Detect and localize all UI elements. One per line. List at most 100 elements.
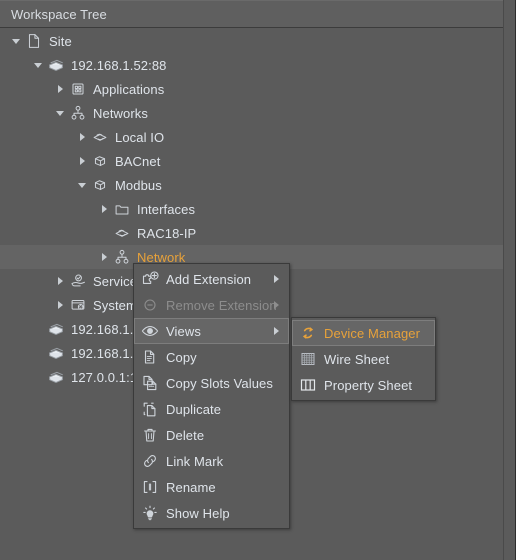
tree-item-label: 192.168.1.1 [71,321,141,337]
panel-title: Workspace Tree [11,6,107,22]
workspace-tree-panel: Workspace Tree Site 192.168.1.52:88 Applic… [0,0,516,560]
scrollbar-thumb[interactable] [505,0,514,560]
twisty-spacer [98,221,112,245]
link-icon [139,450,161,472]
submenu-arrow-icon [274,327,279,335]
tree-item-label: Modbus [115,177,162,193]
views-submenu[interactable]: Device Manager Wire Sheet Property Sheet [291,317,436,401]
submenu-item-label: Wire Sheet [324,351,390,367]
chevron-right-icon[interactable] [54,293,68,317]
chevron-down-icon[interactable] [54,101,68,125]
chevron-down-icon[interactable] [76,173,90,197]
folder-icon [112,199,132,219]
submenu-item-label: Device Manager [324,325,421,341]
menu-item-label: Copy [166,349,197,365]
menu-item-label: Duplicate [166,401,222,417]
tree-item-label: Interfaces [137,201,196,217]
wire-sheet-icon [297,348,319,370]
tree-item-label: Local IO [115,129,165,145]
tree-item-interfaces[interactable]: Interfaces [0,197,503,221]
submenu-item-label: Property Sheet [324,377,413,393]
tree-item-label: RAC18-IP [137,225,197,241]
menu-item-add-extension[interactable]: Add Extension [134,266,289,292]
network-icon [112,247,132,267]
system-icon [68,295,88,315]
tree-item-modbus[interactable]: Modbus [0,173,503,197]
station-icon [46,55,66,75]
network-icon [68,103,88,123]
submenu-item-property-sheet[interactable]: Property Sheet [292,372,435,398]
menu-item-duplicate[interactable]: Duplicate [134,396,289,422]
menu-item-copy-slots-values[interactable]: Copy Slots Values [134,370,289,396]
tree-item-label: Networks [93,105,148,121]
chevron-down-icon[interactable] [10,29,24,53]
page-icon [24,31,44,51]
rename-icon [139,476,161,498]
property-sheet-icon [297,374,319,396]
tree-item-label: 192.168.1.5 [71,345,141,361]
grid-app-icon [68,79,88,99]
tree-item-applications[interactable]: Applications [0,77,503,101]
chevron-down-icon[interactable] [32,53,46,77]
menu-item-label: Views [166,323,201,339]
menu-item-label: Show Help [166,505,230,521]
driver-icon [90,127,110,147]
menu-item-label: Delete [166,427,205,443]
vertical-scrollbar[interactable] [503,0,515,560]
copy-slots-icon [139,372,161,394]
menu-item-views[interactable]: Views [134,318,289,344]
submenu-item-device-manager[interactable]: Device Manager [292,320,435,346]
menu-item-label: Remove Extension [166,297,277,313]
tree-item-site[interactable]: Site [0,29,503,53]
tree-item-local-io[interactable]: Local IO [0,125,503,149]
chevron-right-icon[interactable] [98,245,112,269]
services-icon [68,271,88,291]
tree-item-label: 127.0.0.1:1 [71,369,138,385]
menu-item-label: Rename [166,479,216,495]
trash-icon [139,424,161,446]
copy-icon [139,346,161,368]
twisty-spacer [32,341,46,365]
menu-item-delete[interactable]: Delete [134,422,289,448]
station-icon [46,343,66,363]
menu-item-rename[interactable]: Rename [134,474,289,500]
driver-icon [112,223,132,243]
chevron-right-icon[interactable] [76,149,90,173]
menu-item-remove-extension: Remove Extension [134,292,289,318]
twisty-spacer [32,365,46,389]
duplicate-icon [139,398,161,420]
cube-icon [90,175,110,195]
tree-item-label: BACnet [115,153,161,169]
device-manager-icon [297,322,319,344]
cube-icon [90,151,110,171]
tree-item-rac18-ip[interactable]: RAC18-IP [0,221,503,245]
tree-item-label: Applications [93,81,165,97]
menu-item-label: Copy Slots Values [166,375,273,391]
context-menu[interactable]: Add Extension Remove Extension Views Copy Co… [133,263,290,529]
tree-item-networks[interactable]: Networks [0,101,503,125]
tree-item-bacnet[interactable]: BACnet [0,149,503,173]
menu-item-copy[interactable]: Copy [134,344,289,370]
tree-item-192-168-1-52-88[interactable]: 192.168.1.52:88 [0,53,503,77]
remove-extension-icon [139,294,161,316]
tree-item-label: System [93,297,137,313]
menu-item-link-mark[interactable]: Link Mark [134,448,289,474]
panel-header: Workspace Tree [0,0,503,28]
submenu-item-wire-sheet[interactable]: Wire Sheet [292,346,435,372]
chevron-right-icon[interactable] [76,125,90,149]
chevron-right-icon[interactable] [54,77,68,101]
chevron-right-icon[interactable] [98,197,112,221]
bulb-icon [139,502,161,524]
menu-item-show-help[interactable]: Show Help [134,500,289,526]
chevron-right-icon[interactable] [54,269,68,293]
